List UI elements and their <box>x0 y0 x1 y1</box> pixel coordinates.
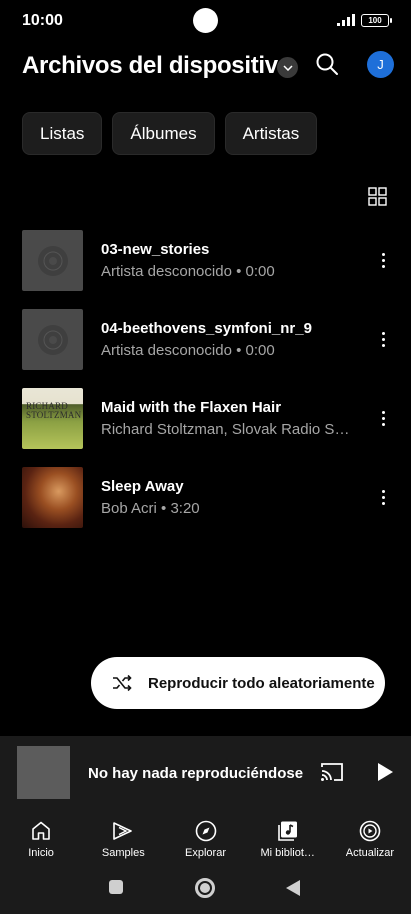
song-title: Maid with the Flaxen Hair <box>101 399 282 416</box>
song-subtitle: Bob Acri • 3:20 <box>101 500 200 517</box>
nav-item-home[interactable]: Inicio <box>0 809 82 865</box>
camera-cutout <box>193 8 218 33</box>
album-art <box>22 467 83 528</box>
more-options-icon[interactable] <box>375 250 391 270</box>
shuffle-label: Reproducir todo aleatoriamente <box>148 674 375 692</box>
nav-item-explore[interactable]: Explorar <box>164 809 246 865</box>
list-item[interactable]: RICHARD STOLTZMAN Maid with the Flaxen H… <box>22 388 391 467</box>
title-dropdown-button[interactable] <box>277 57 298 78</box>
nav-item-upgrade[interactable]: Actualizar <box>329 809 411 865</box>
song-list: 03-new_stories Artista desconocido • 0:0… <box>22 230 391 546</box>
status-time: 10:00 <box>22 12 63 29</box>
nav-label: Mi bibliot… <box>260 847 315 859</box>
list-item[interactable]: 03-new_stories Artista desconocido • 0:0… <box>22 230 391 309</box>
search-icon[interactable] <box>314 51 340 77</box>
nav-item-samples[interactable]: Samples <box>82 809 164 865</box>
nav-label: Samples <box>101 847 145 859</box>
nav-label: Actualizar <box>345 847 395 859</box>
song-title: Sleep Away <box>101 478 184 495</box>
album-art: RICHARD STOLTZMAN <box>22 388 83 449</box>
mini-player-thumbnail <box>17 746 70 799</box>
song-subtitle: Artista desconocido • 0:00 <box>101 263 275 280</box>
song-thumbnail <box>22 309 83 370</box>
header: Archivos del dispositivo J <box>22 48 394 86</box>
disc-icon <box>37 245 68 276</box>
shuffle-icon <box>113 674 132 692</box>
more-options-icon[interactable] <box>375 487 391 507</box>
bottom-navigation: Inicio Samples Explorar Mi bibliot… Actu… <box>0 809 411 865</box>
chevron-down-icon <box>282 64 293 71</box>
song-subtitle: Artista desconocido • 0:00 <box>101 342 275 359</box>
upgrade-icon <box>359 820 381 842</box>
avatar-letter: J <box>377 57 384 72</box>
mini-player[interactable]: No hay nada reproduciéndose <box>0 736 411 809</box>
grid-view-icon[interactable] <box>368 187 387 206</box>
more-options-icon[interactable] <box>375 408 391 428</box>
battery-icon: 100 <box>361 14 392 27</box>
disc-icon <box>37 324 68 355</box>
chip-albums[interactable]: Álbumes <box>112 112 215 155</box>
song-title: 04-beethovens_symfoni_nr_9 <box>101 320 312 337</box>
nav-item-library[interactable]: Mi bibliot… <box>247 809 329 865</box>
avatar[interactable]: J <box>367 51 394 78</box>
chip-artists[interactable]: Artistas <box>224 112 318 155</box>
album-art-text: RICHARD STOLTZMAN <box>26 401 82 420</box>
back-icon[interactable] <box>286 880 300 896</box>
song-thumbnail <box>22 230 83 291</box>
play-icon[interactable] <box>375 761 395 783</box>
status-bar: 10:00 100 <box>0 0 411 40</box>
battery-level: 100 <box>368 16 382 25</box>
song-title: 03-new_stories <box>101 241 210 258</box>
filter-chips: Listas Álbumes Artistas <box>22 112 318 155</box>
explore-icon <box>195 820 216 842</box>
recent-apps-icon[interactable] <box>109 880 123 894</box>
signal-icon <box>337 14 355 26</box>
shuffle-all-button[interactable]: Reproducir todo aleatoriamente <box>91 657 385 709</box>
song-subtitle: Richard Stoltzman, Slovak Radio Sy… <box>101 421 353 438</box>
list-item[interactable]: Sleep Away Bob Acri • 3:20 <box>22 467 391 546</box>
system-navigation-bar <box>0 865 411 914</box>
samples-icon <box>113 822 133 840</box>
mini-player-status: No hay nada reproduciéndose <box>88 765 304 782</box>
more-options-icon[interactable] <box>375 329 391 349</box>
home-button-icon[interactable] <box>195 878 215 898</box>
home-icon <box>32 821 50 840</box>
page-title: Archivos del dispositivo <box>22 52 293 79</box>
chip-lists[interactable]: Listas <box>22 112 103 155</box>
cast-icon[interactable] <box>320 762 344 782</box>
list-item[interactable]: 04-beethovens_symfoni_nr_9 Artista desco… <box>22 309 391 388</box>
nav-label: Explorar <box>185 847 226 859</box>
nav-label: Inicio <box>28 847 54 859</box>
library-icon <box>277 821 297 841</box>
